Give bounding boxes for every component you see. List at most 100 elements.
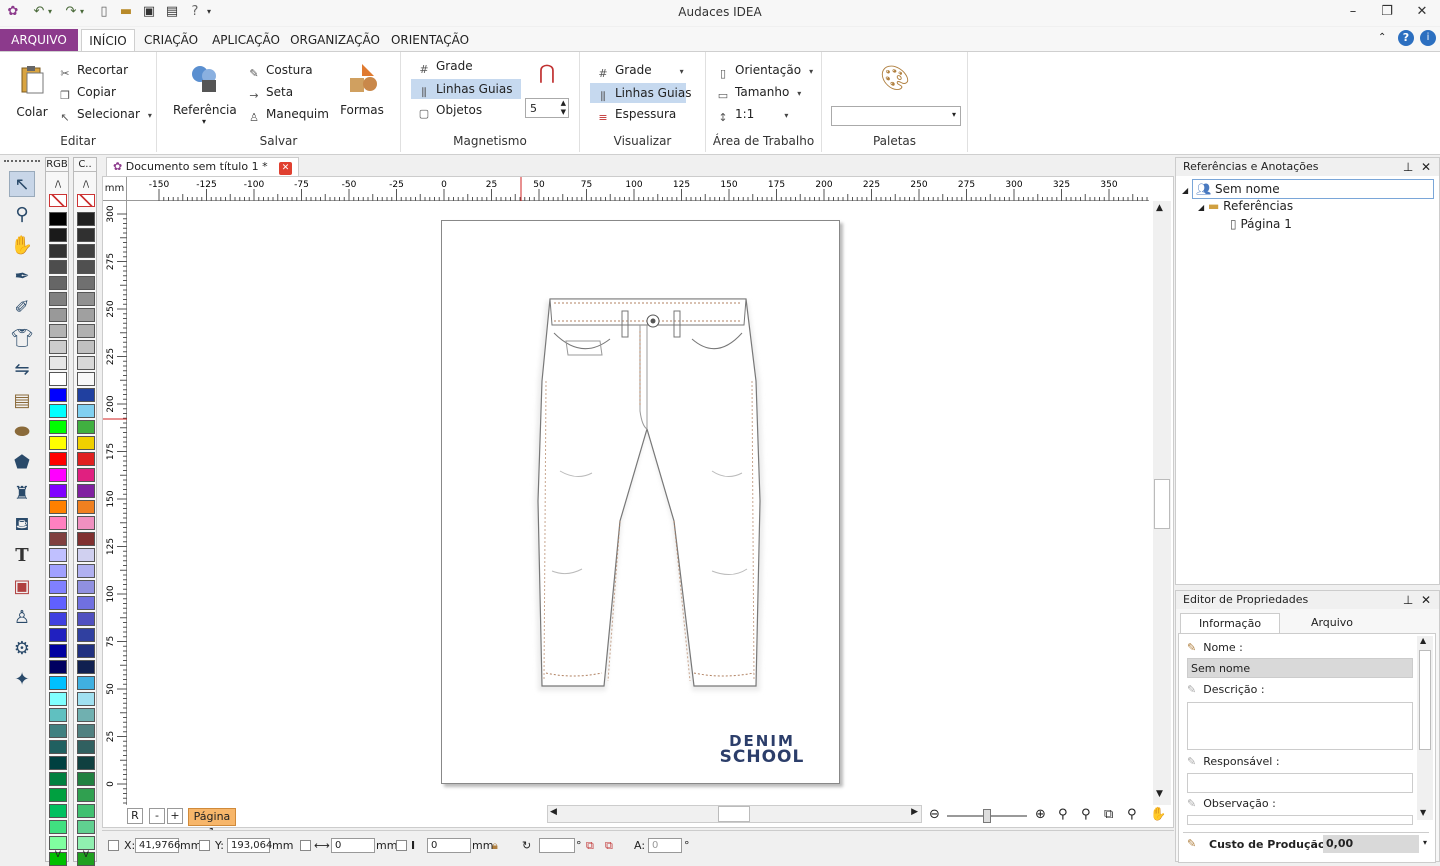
rgb-swatch[interactable] <box>49 436 67 450</box>
rgb-swatch[interactable] <box>49 404 67 418</box>
pan-hand-tool-icon[interactable]: ✋ <box>9 233 35 259</box>
view-espessura-toggle[interactable]: ≡ Espessura <box>596 104 676 124</box>
c-swatch[interactable] <box>77 772 95 786</box>
vertical-scroll-thumb[interactable] <box>1154 479 1170 529</box>
trim-tool-icon[interactable]: ♜ <box>9 481 35 507</box>
text-tool-icon[interactable]: T <box>9 543 35 569</box>
layers-tool-icon[interactable]: ▤ <box>9 388 35 414</box>
magnet-grade-toggle[interactable]: # Grade <box>417 56 472 76</box>
rgb-swatch[interactable] <box>49 836 67 850</box>
responsavel-input[interactable] <box>1187 773 1413 793</box>
c-swatch[interactable] <box>77 388 95 402</box>
flip-horizontal-icon[interactable]: ⧉ <box>586 839 594 853</box>
rotation-input[interactable] <box>539 838 575 853</box>
rgb-swatch[interactable] <box>49 292 67 306</box>
spin-up-icon[interactable]: ▲ <box>561 99 566 107</box>
rgb-swatch[interactable] <box>49 692 67 706</box>
info-circle-icon[interactable]: i <box>1420 30 1436 46</box>
zoom-in-icon[interactable]: ⊕ <box>1035 807 1046 822</box>
rgb-palette-more[interactable]: V <box>49 850 67 860</box>
tab-informacao[interactable]: Informação <box>1180 613 1280 633</box>
c-swatch[interactable] <box>77 324 95 338</box>
image-tool-icon[interactable]: ▣ <box>9 574 35 600</box>
flip-vertical-icon[interactable]: ⧉ <box>605 839 613 853</box>
tab-orientacao[interactable]: ORIENTAÇÃO <box>390 29 470 51</box>
close-icon[interactable]: ✕ <box>1405 0 1439 24</box>
colar-button[interactable]: Colar <box>12 64 52 119</box>
a-input[interactable]: 0 <box>648 838 682 853</box>
observacao-input[interactable] <box>1187 815 1413 825</box>
c-swatch[interactable] <box>77 356 95 370</box>
view-grade-toggle[interactable]: # Grade ▾ <box>596 60 683 80</box>
tab-inicio[interactable]: INÍCIO <box>81 29 135 51</box>
rgb-swatch[interactable] <box>49 228 67 242</box>
c-swatch[interactable] <box>77 452 95 466</box>
rgb-swatch[interactable] <box>49 372 67 386</box>
scroll-down-icon[interactable]: ▼ <box>1420 808 1426 817</box>
rgb-swatch[interactable] <box>49 660 67 674</box>
no-fill-icon[interactable] <box>49 194 67 207</box>
help-circle-icon[interactable]: ? <box>1398 30 1414 46</box>
c-swatch[interactable] <box>77 564 95 578</box>
select-tool-icon[interactable]: ↖ <box>9 171 35 197</box>
rgb-swatch[interactable] <box>49 244 67 258</box>
magnet-objetos-toggle[interactable]: ▢ Objetos <box>417 100 482 120</box>
c-swatch[interactable] <box>77 676 95 690</box>
c-swatch[interactable] <box>77 260 95 274</box>
zoom-out-icon[interactable]: ⊖ <box>929 807 940 822</box>
c-swatch[interactable] <box>77 804 95 818</box>
rgb-swatch[interactable] <box>49 772 67 786</box>
scroll-down-icon[interactable]: ▼ <box>1156 789 1163 799</box>
c-swatch[interactable] <box>77 548 95 562</box>
rgb-swatch[interactable] <box>49 356 67 370</box>
view-linhas-guias-toggle[interactable]: ⫼ Linhas Guias <box>590 83 692 103</box>
lock-position-checkbox[interactable] <box>108 840 119 851</box>
copiar-button[interactable]: ❐ Copiar <box>58 82 116 102</box>
restore-icon[interactable]: ❐ <box>1370 0 1404 24</box>
rgb-swatch[interactable] <box>49 612 67 626</box>
c-swatch[interactable] <box>77 724 95 738</box>
close-panel-icon[interactable]: ✕ <box>1421 593 1431 607</box>
pen-tool-icon[interactable]: ✒ <box>9 264 35 290</box>
jeans-sketch[interactable]: DENIM SCHOOL <box>442 221 841 785</box>
tab-arquivo[interactable]: ARQUIVO <box>0 29 78 51</box>
tab-aplicacao[interactable]: APLICAÇÃO <box>210 29 282 51</box>
seta-button[interactable]: → Seta <box>247 82 293 102</box>
canvas-area[interactable]: mm -150 -125 -100 -75 -50 -25 0 25 50 75 100 125 150… <box>102 176 1174 839</box>
height-input[interactable]: 0 <box>427 838 471 853</box>
magnet-linhas-guias-toggle[interactable]: ⫼ Linhas Guias <box>411 79 521 99</box>
tree-page-1[interactable]: ▯ Página 1 <box>1230 215 1292 233</box>
rgb-swatch[interactable] <box>49 596 67 610</box>
recortar-button[interactable]: ✂ Recortar <box>58 60 128 80</box>
fill-bucket-tool-icon[interactable]: ⛾ <box>9 512 35 538</box>
referencia-button[interactable]: Referência ▾ <box>173 62 237 126</box>
tree-folder-referencias[interactable]: ◢ ▬ Referências <box>1198 197 1293 215</box>
horizontal-scrollbar[interactable]: ◀ ▶ <box>547 805 922 823</box>
mirror-tool-icon[interactable]: ⇋ <box>9 357 35 383</box>
c-swatch[interactable] <box>77 628 95 642</box>
rgb-swatch[interactable] <box>49 644 67 658</box>
pin-icon[interactable]: ✎ <box>1187 837 1196 850</box>
c-swatch[interactable] <box>77 660 95 674</box>
pin-icon[interactable]: ⊥ <box>1403 160 1413 174</box>
page-r-button[interactable]: R <box>127 808 143 824</box>
rgb-swatch[interactable] <box>49 260 67 274</box>
pan-hand-icon[interactable]: ✋ <box>1150 807 1166 822</box>
c-swatch[interactable] <box>77 756 95 770</box>
formas-button[interactable]: Formas <box>337 62 387 117</box>
orientacao-dropdown[interactable]: ▯ Orientação ▾ <box>716 60 813 80</box>
zoom-tool-icon[interactable]: ⚲ <box>9 202 35 228</box>
properties-scrollbar[interactable]: ▲ ▼ <box>1417 636 1433 820</box>
zoom-fit-icon[interactable]: ⚲ <box>1127 807 1137 822</box>
properties-scroll-thumb[interactable] <box>1419 650 1431 750</box>
close-tab-icon[interactable]: ✕ <box>279 162 293 175</box>
c-swatch[interactable] <box>77 596 95 610</box>
tab-arquivo-props[interactable]: Arquivo <box>1282 613 1382 633</box>
document-tab[interactable]: ✿ Documento sem título 1 * ✕ <box>106 157 300 176</box>
c-swatch[interactable] <box>77 276 95 290</box>
scroll-left-icon[interactable]: ◀ <box>550 807 557 817</box>
rgb-swatch[interactable] <box>49 308 67 322</box>
polygon-tool-icon[interactable]: ⬟ <box>9 450 35 476</box>
magnet-icon[interactable]: ⋂ <box>533 60 561 88</box>
pin-icon[interactable]: ✎ <box>1187 683 1196 696</box>
